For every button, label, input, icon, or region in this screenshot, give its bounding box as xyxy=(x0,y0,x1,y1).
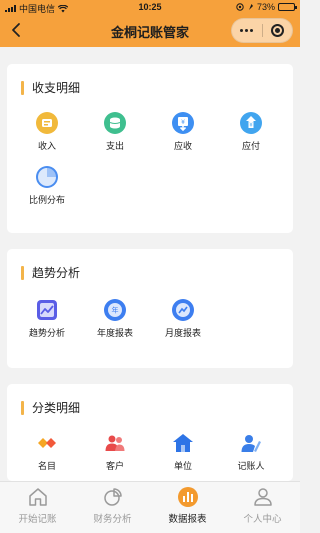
more-dots-icon[interactable] xyxy=(232,29,262,32)
report-bars-icon xyxy=(177,487,198,507)
section-accent-bar xyxy=(21,400,24,415)
item-label: 比例分布 xyxy=(28,195,65,205)
item-payable[interactable]: ¥ 应付 xyxy=(226,112,276,152)
trend-icon xyxy=(37,300,57,320)
tab-financial-analysis[interactable]: 财务分析 xyxy=(75,486,150,525)
item-category[interactable]: 名目 xyxy=(22,432,72,472)
section-title: 收支明细 xyxy=(32,81,81,95)
item-monthly-report[interactable]: 月度报表 xyxy=(158,299,208,339)
item-bookkeeper[interactable]: 记账人 xyxy=(226,432,276,472)
svg-text:¥: ¥ xyxy=(249,123,253,129)
item-label: 趋势分析 xyxy=(28,328,65,338)
tab-label: 财务分析 xyxy=(93,514,132,525)
nav-bar: 金桐记账管家 xyxy=(0,14,300,47)
section-title: 趋势分析 xyxy=(32,266,81,280)
location-icon xyxy=(236,3,244,11)
item-ratio-distribution[interactable]: 比例分布 xyxy=(22,166,72,206)
svg-text:¥: ¥ xyxy=(181,119,185,126)
customer-icon xyxy=(105,435,125,451)
battery-icon xyxy=(278,3,297,11)
tab-label: 开始记账 xyxy=(18,514,57,525)
alarm-icon xyxy=(248,4,253,10)
income-expense-card: 收支明细 收入 支出 ¥ 应收 ¥ 应付 比例分布 xyxy=(7,64,293,233)
status-bar: 中国电信 10:25 73% xyxy=(0,0,300,14)
item-annual-report[interactable]: 年 年度报表 xyxy=(90,299,140,339)
company-icon xyxy=(173,434,193,452)
pie-chart-icon xyxy=(36,166,58,188)
category-icon xyxy=(38,438,56,448)
status-right: 73% xyxy=(236,2,297,12)
bottom-tab-bar: 开始记账 财务分析 数据报表 个人中心 xyxy=(0,481,300,533)
tab-label: 个人中心 xyxy=(243,514,282,525)
mini-program-capsule xyxy=(231,18,293,43)
item-label: 年度报表 xyxy=(96,328,133,338)
target-close-icon[interactable] xyxy=(263,24,293,37)
item-receivable[interactable]: ¥ 应收 xyxy=(158,112,208,152)
user-icon xyxy=(253,488,272,506)
payable-icon: ¥ xyxy=(240,112,262,134)
trend-analysis-card: 趋势分析 趋势分析 年 年度报表 月度报表 xyxy=(7,249,293,368)
item-company[interactable]: 单位 xyxy=(158,432,208,472)
item-label: 支出 xyxy=(105,141,124,151)
receivable-icon: ¥ xyxy=(172,112,194,134)
item-expense[interactable]: 支出 xyxy=(90,112,140,152)
item-label: 名目 xyxy=(37,461,56,471)
item-customer[interactable]: 客户 xyxy=(90,432,140,472)
item-label: 应收 xyxy=(173,141,192,151)
bookkeeper-icon xyxy=(241,435,261,452)
section-accent-bar xyxy=(21,265,24,280)
annual-report-icon: 年 xyxy=(104,299,126,321)
item-label: 记账人 xyxy=(237,461,265,471)
tab-personal-center[interactable]: 个人中心 xyxy=(225,486,300,525)
item-label: 应付 xyxy=(241,141,260,151)
expense-icon xyxy=(104,112,126,134)
item-label: 月度报表 xyxy=(164,328,201,338)
section-header: 收支明细 xyxy=(21,79,80,96)
item-label: 客户 xyxy=(105,461,124,471)
tab-start-bookkeeping[interactable]: 开始记账 xyxy=(0,486,75,525)
section-title: 分类明细 xyxy=(32,401,81,415)
battery-percent: 73% xyxy=(256,2,275,12)
monthly-report-icon xyxy=(172,299,194,321)
section-accent-bar xyxy=(21,80,24,95)
section-header: 分类明细 xyxy=(21,399,80,416)
svg-text:年: 年 xyxy=(112,306,119,315)
tab-data-report[interactable]: 数据报表 xyxy=(150,486,225,525)
home-icon xyxy=(28,488,47,506)
top-bar: 中国电信 10:25 73% 金桐记账管家 xyxy=(0,0,300,47)
category-detail-card: 分类明细 名目 客户 单位 记账人 xyxy=(7,384,293,481)
item-trend-analysis[interactable]: 趋势分析 xyxy=(22,299,72,339)
tab-label: 数据报表 xyxy=(168,514,207,525)
analysis-pie-icon xyxy=(103,488,122,506)
item-income[interactable]: 收入 xyxy=(22,112,72,152)
item-label: 单位 xyxy=(173,461,192,471)
section-header: 趋势分析 xyxy=(21,264,80,281)
income-icon xyxy=(36,112,58,134)
item-label: 收入 xyxy=(37,141,56,151)
